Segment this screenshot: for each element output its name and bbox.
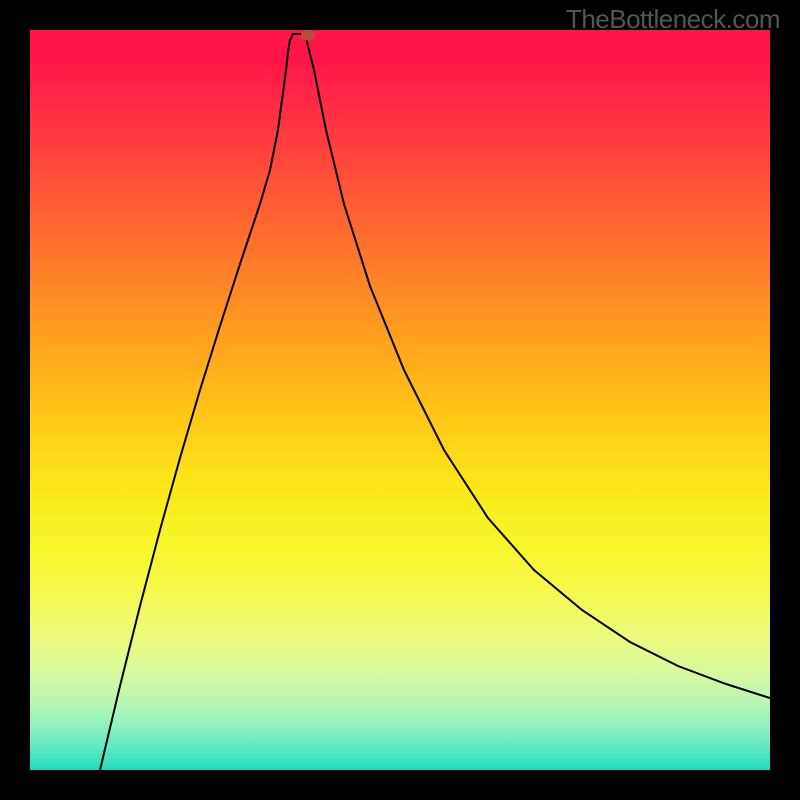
- plot-area: [30, 30, 770, 770]
- curve-right-branch: [305, 34, 770, 698]
- optimum-marker: [301, 30, 315, 41]
- chart-frame: TheBottleneck.com: [0, 0, 800, 800]
- watermark-text: TheBottleneck.com: [566, 4, 780, 35]
- curve-left-branch: [100, 34, 305, 770]
- curve-svg: [30, 30, 770, 770]
